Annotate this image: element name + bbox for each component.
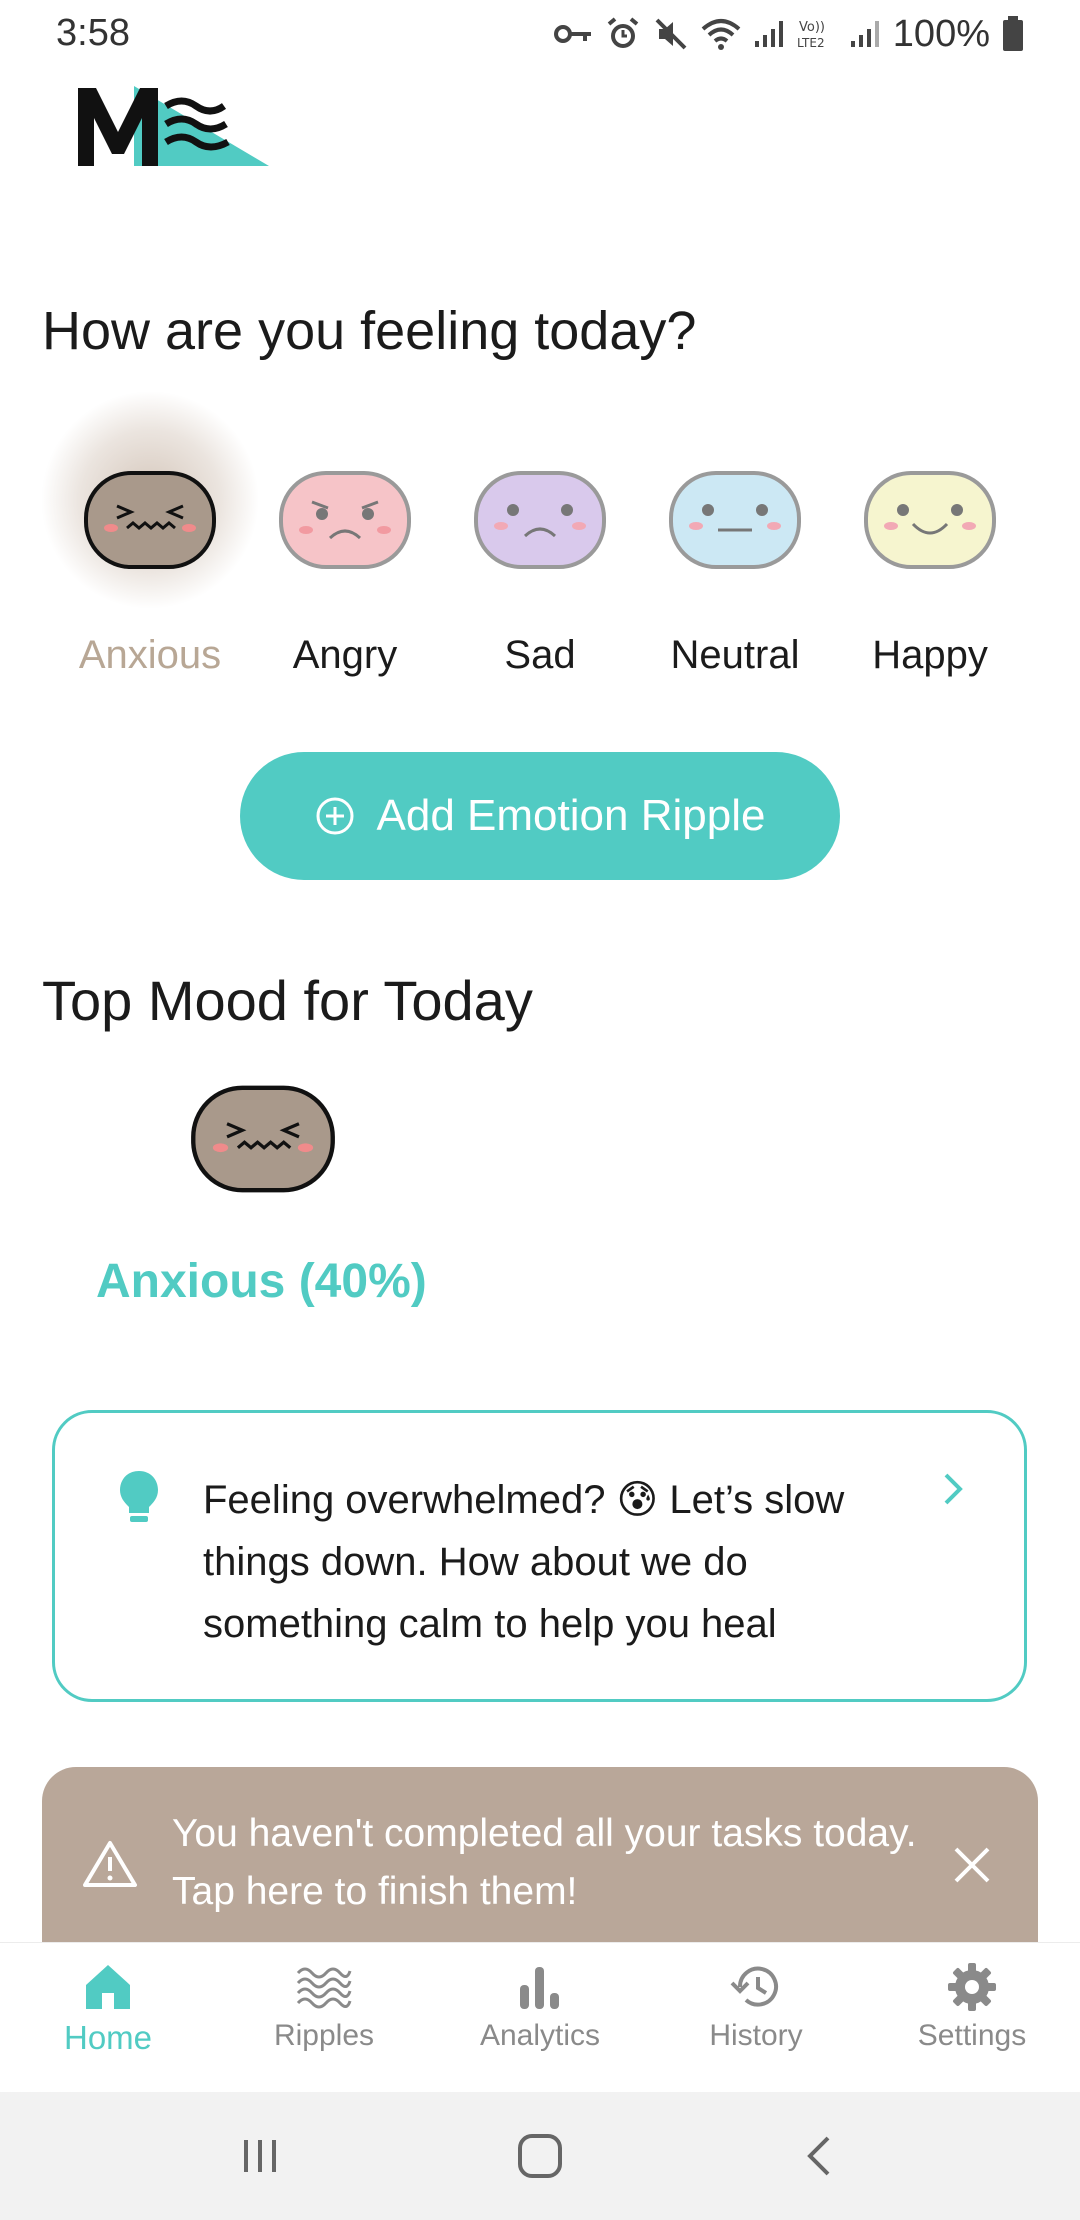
incomplete-tasks-banner[interactable]: You haven't completed all your tasks tod… bbox=[42, 1767, 1038, 1947]
battery-percent: 100% bbox=[892, 12, 990, 55]
nav-label: Ripples bbox=[273, 2019, 375, 2052]
mute-icon bbox=[655, 18, 687, 50]
status-time: 3:58 bbox=[56, 12, 130, 54]
mood-question-title: How are you feeling today? bbox=[42, 301, 697, 361]
waves-icon bbox=[296, 1967, 352, 2009]
emotion-anxious[interactable]: Anxious bbox=[40, 390, 260, 700]
nav-label: Home bbox=[63, 2019, 153, 2056]
home-icon bbox=[86, 1965, 130, 2009]
battery-icon bbox=[1003, 16, 1023, 51]
status-bar: 3:58 Vo)) LTE2 100% bbox=[0, 0, 1080, 68]
nav-label: Settings bbox=[917, 2019, 1027, 2052]
top-mood-face-icon bbox=[190, 1084, 336, 1199]
plus-circle-icon bbox=[316, 797, 354, 835]
svg-text:LTE2: LTE2 bbox=[797, 36, 825, 50]
lightbulb-icon bbox=[120, 1471, 158, 1522]
angry-face-icon bbox=[279, 471, 411, 569]
emotion-angry[interactable]: Angry bbox=[255, 420, 435, 700]
neutral-face-icon bbox=[669, 471, 801, 569]
nav-settings[interactable]: Settings bbox=[872, 1961, 1072, 2081]
system-navigation-bar bbox=[0, 2092, 1080, 2220]
anxious-face-icon bbox=[84, 471, 216, 569]
signal-icon bbox=[754, 21, 783, 47]
app-logo-icon bbox=[74, 76, 274, 176]
bar-chart-icon bbox=[520, 1967, 559, 2009]
nav-home[interactable]: Home bbox=[8, 1961, 208, 2081]
emotion-happy[interactable]: Happy bbox=[840, 420, 1020, 700]
happy-face-icon bbox=[864, 471, 996, 569]
emotion-label: Happy bbox=[872, 633, 988, 677]
tip-text: Feeling overwhelmed? 😰 Let’s slow things… bbox=[203, 1478, 845, 1646]
nav-label: History bbox=[709, 2019, 803, 2052]
alert-text: You haven't completed all your tasks tod… bbox=[172, 1812, 917, 1913]
warning-icon bbox=[83, 1841, 137, 1887]
svg-text:Vo)): Vo)) bbox=[799, 20, 825, 35]
wifi-icon bbox=[701, 19, 741, 50]
alarm-icon bbox=[607, 17, 639, 48]
nav-analytics[interactable]: Analytics bbox=[440, 1961, 640, 2081]
emotion-label: Anxious bbox=[78, 633, 222, 677]
nav-label: Analytics bbox=[479, 2019, 601, 2052]
add-emotion-ripple-label: Add Emotion Ripple bbox=[376, 791, 766, 840]
recent-apps-icon[interactable] bbox=[236, 2132, 284, 2180]
history-icon bbox=[730, 1966, 778, 2007]
nav-history[interactable]: History bbox=[656, 1961, 856, 2081]
emotion-label: Neutral bbox=[670, 633, 800, 677]
status-icons: Vo)) LTE2 100% bbox=[553, 10, 1024, 58]
emotion-label: Angry bbox=[292, 633, 398, 677]
top-mood-label: Anxious (40%) bbox=[96, 1255, 427, 1308]
sad-face-icon bbox=[474, 471, 606, 569]
emotion-picker: Anxious Angry Sad Neutral Happy bbox=[0, 390, 1080, 700]
back-icon[interactable] bbox=[796, 2132, 844, 2180]
close-icon[interactable] bbox=[952, 1845, 992, 1885]
add-emotion-ripple-button[interactable]: Add Emotion Ripple bbox=[240, 752, 840, 880]
chevron-right-icon bbox=[944, 1473, 963, 1505]
emotion-label: Sad bbox=[504, 633, 576, 677]
volte-icon: Vo)) LTE2 bbox=[797, 20, 825, 50]
tip-card[interactable]: Feeling overwhelmed? 😰 Let’s slow things… bbox=[52, 1410, 1027, 1702]
vpn-key-icon bbox=[553, 25, 591, 43]
gear-icon bbox=[948, 1963, 996, 2011]
nav-ripples[interactable]: Ripples bbox=[224, 1961, 424, 2081]
home-system-icon[interactable] bbox=[514, 2132, 566, 2180]
bottom-navigation: Home Ripples Analytics History Settings bbox=[0, 1942, 1080, 2092]
emotion-sad[interactable]: Sad bbox=[450, 420, 630, 700]
emotion-neutral[interactable]: Neutral bbox=[645, 420, 825, 700]
top-mood-title: Top Mood for Today bbox=[42, 969, 533, 1032]
signal-icon-2 bbox=[850, 21, 879, 47]
